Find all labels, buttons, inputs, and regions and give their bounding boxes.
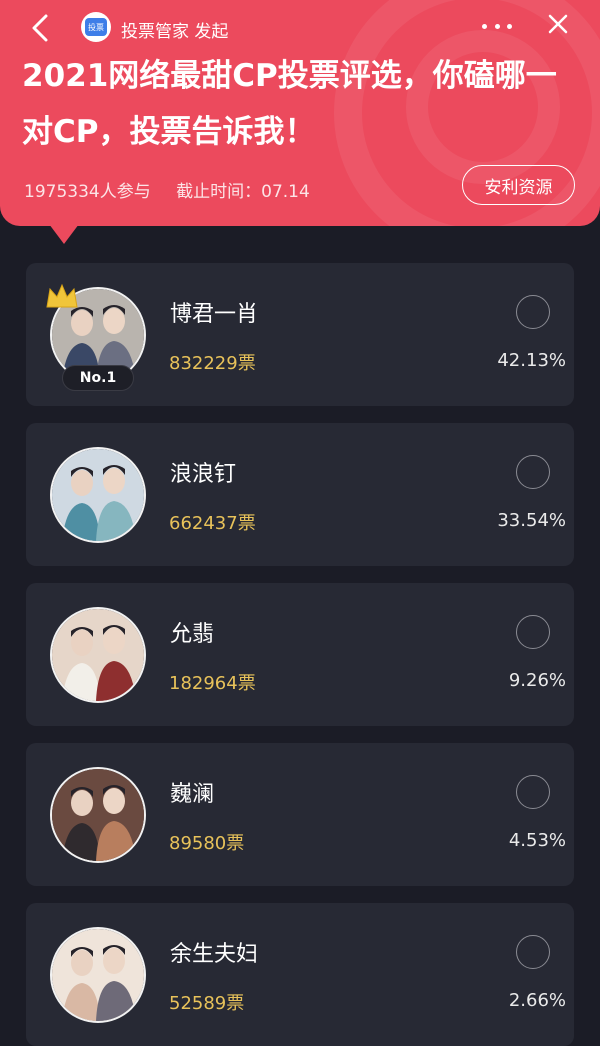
close-button[interactable] [545,11,571,37]
vote-percent: 4.53% [508,830,566,851]
more-button[interactable] [482,16,512,36]
candidate-card[interactable]: 浪浪钉 662437票 33.54% [26,423,574,566]
vote-header: 投票 投票管家 发起 2021网络最甜CP投票评选，你磕哪一对CP，投票告诉我！… [0,0,600,226]
vote-count: 662437票 [169,513,256,534]
avatar [50,767,146,863]
rank-badge: No.1 [62,365,134,391]
candidate-card[interactable]: No.1 博君一肖 832229票 42.13% [26,263,574,406]
dot-icon [507,23,512,29]
vote-meta: 1975334人参与 截止时间：07.14 [24,177,310,202]
vote-count: 832229票 [169,353,256,374]
vote-radio[interactable] [516,455,550,489]
vote-count: 182964票 [169,673,256,694]
vote-radio[interactable] [516,935,550,969]
avatar [50,447,146,543]
avatar-image [52,769,144,861]
avatar-head [71,310,93,336]
avatar-head [103,948,125,974]
back-button[interactable] [26,14,54,42]
avatar-head [103,468,125,494]
avatar-image [52,929,144,1021]
vote-radio[interactable] [516,775,550,809]
candidate-card[interactable]: 允翡 182964票 9.26% [26,583,574,726]
avatar-image [52,449,144,541]
candidate-name: 浪浪钉 [170,462,237,487]
avatar-head [71,630,93,656]
avatar-head [71,470,93,496]
avatar-wrap: No.1 [46,283,146,391]
avatar-head [103,628,125,654]
crown-icon [46,283,78,308]
avatar-head [103,308,125,334]
candidate-card[interactable]: 巍澜 89580票 4.53% [26,743,574,886]
candidate-card[interactable]: 余生夫妇 52589票 2.66% [26,903,574,1046]
vote-radio[interactable] [516,615,550,649]
avatar-image [52,609,144,701]
candidate-name: 余生夫妇 [170,942,259,967]
vote-count: 89580票 [169,833,245,854]
avatar [50,607,146,703]
close-icon [548,14,568,34]
page-title: 2021网络最甜CP投票评选，你磕哪一对CP，投票告诉我！ [22,58,557,150]
vote-count: 52589票 [169,993,245,1014]
source-logo-text: 投票 [85,18,107,36]
chevron-left-icon [32,14,48,42]
avatar-head [71,790,93,816]
avatar-wrap [50,447,146,543]
header-pointer [49,224,79,244]
avatar-head [103,788,125,814]
dot-icon [482,23,487,29]
vote-percent: 33.54% [497,510,566,531]
candidate-name: 巍澜 [170,782,215,807]
avatar-wrap [50,767,146,863]
avatar-wrap [50,927,146,1023]
vote-percent: 2.66% [508,990,566,1011]
vote-percent: 42.13% [497,350,566,371]
resource-button[interactable]: 安利资源 [462,165,575,205]
dot-icon [494,23,500,29]
vote-radio[interactable] [516,295,550,329]
deadline: 截止时间：07.14 [176,182,310,202]
source-logo: 投票 [81,12,111,42]
avatar-wrap [50,607,146,703]
participant-count: 1975334人参与 [24,182,151,202]
avatar-head [71,950,93,976]
avatar [50,927,146,1023]
vote-percent: 9.26% [508,670,566,691]
candidate-name: 博君一肖 [170,302,259,327]
source-label: 投票管家 发起 [121,22,229,42]
candidate-name: 允翡 [170,622,215,647]
